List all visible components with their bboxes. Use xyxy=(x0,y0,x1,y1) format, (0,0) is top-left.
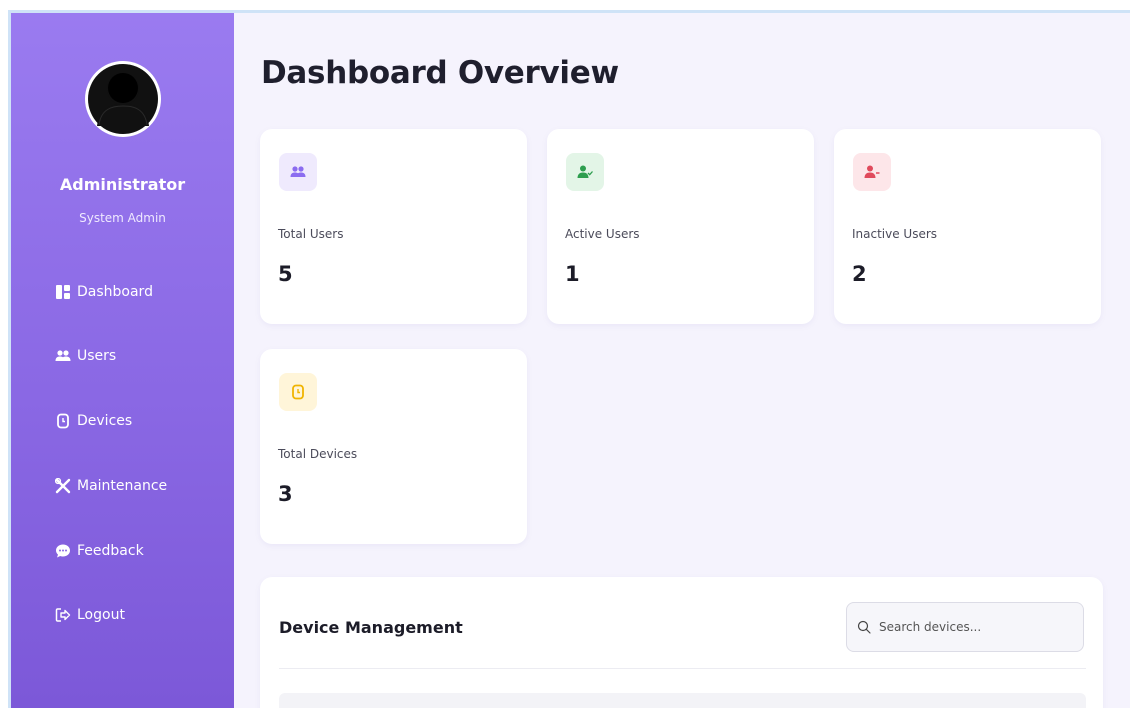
stat-value: 2 xyxy=(852,262,867,286)
panel-divider xyxy=(279,668,1086,669)
sidebar-item-label: Users xyxy=(77,348,117,364)
stat-label: Inactive Users xyxy=(852,227,938,241)
sidebar-item-label: Devices xyxy=(77,413,133,429)
tools-icon xyxy=(55,478,71,494)
stat-icon-box xyxy=(566,153,604,191)
sidebar-item-label: Maintenance xyxy=(77,478,168,494)
sidebar-item-users[interactable]: Users xyxy=(55,345,116,367)
stat-label: Total Devices xyxy=(278,447,358,461)
device-table-header xyxy=(279,693,1086,708)
page-title: Dashboard Overview xyxy=(261,55,619,91)
sidebar-item-devices[interactable]: Devices xyxy=(55,410,132,432)
stat-label: Active Users xyxy=(565,227,640,241)
sidebar: Administrator System Admin Dashboard Use… xyxy=(11,13,234,708)
stat-icon-box xyxy=(279,373,317,411)
sidebar-item-dashboard[interactable]: Dashboard xyxy=(55,281,153,303)
admin-name: Administrator xyxy=(59,175,186,194)
stat-icon-box xyxy=(279,153,317,191)
stat-card-inactive-users: Inactive Users 2 xyxy=(834,129,1101,324)
watch-icon xyxy=(57,413,69,429)
sidebar-item-maintenance[interactable]: Maintenance xyxy=(55,475,167,497)
logout-icon xyxy=(55,608,71,622)
sidebar-item-label: Logout xyxy=(77,607,125,623)
users-icon xyxy=(290,166,306,177)
main-content: Dashboard Overview Total Users 5 Active … xyxy=(234,13,1130,708)
panel-title: Device Management xyxy=(279,618,463,637)
search-icon xyxy=(857,620,871,634)
app-window: Administrator System Admin Dashboard Use… xyxy=(8,10,1130,708)
sidebar-item-label: Feedback xyxy=(77,543,144,559)
watch-icon xyxy=(292,384,304,400)
users-icon xyxy=(55,350,71,361)
dashboard-icon xyxy=(56,285,70,299)
user-minus-icon xyxy=(864,165,880,178)
sidebar-item-feedback[interactable]: Feedback xyxy=(55,540,144,562)
stat-label: Total Users xyxy=(278,227,344,241)
stat-value: 5 xyxy=(278,262,293,286)
sidebar-item-label: Dashboard xyxy=(77,284,153,300)
avatar xyxy=(85,61,161,137)
device-management-panel: Device Management xyxy=(260,577,1103,708)
chat-icon xyxy=(56,544,70,558)
sidebar-item-logout[interactable]: Logout xyxy=(55,604,125,626)
stat-card-active-users: Active Users 1 xyxy=(547,129,814,324)
admin-role: System Admin xyxy=(79,211,166,225)
stat-card-total-devices: Total Devices 3 xyxy=(260,349,527,544)
stat-icon-box xyxy=(853,153,891,191)
user-check-icon xyxy=(577,165,593,178)
stat-value: 3 xyxy=(278,482,293,506)
stat-card-total-users: Total Users 5 xyxy=(260,129,527,324)
stat-value: 1 xyxy=(565,262,580,286)
search-input[interactable] xyxy=(879,620,1059,634)
search-box[interactable] xyxy=(846,602,1084,652)
